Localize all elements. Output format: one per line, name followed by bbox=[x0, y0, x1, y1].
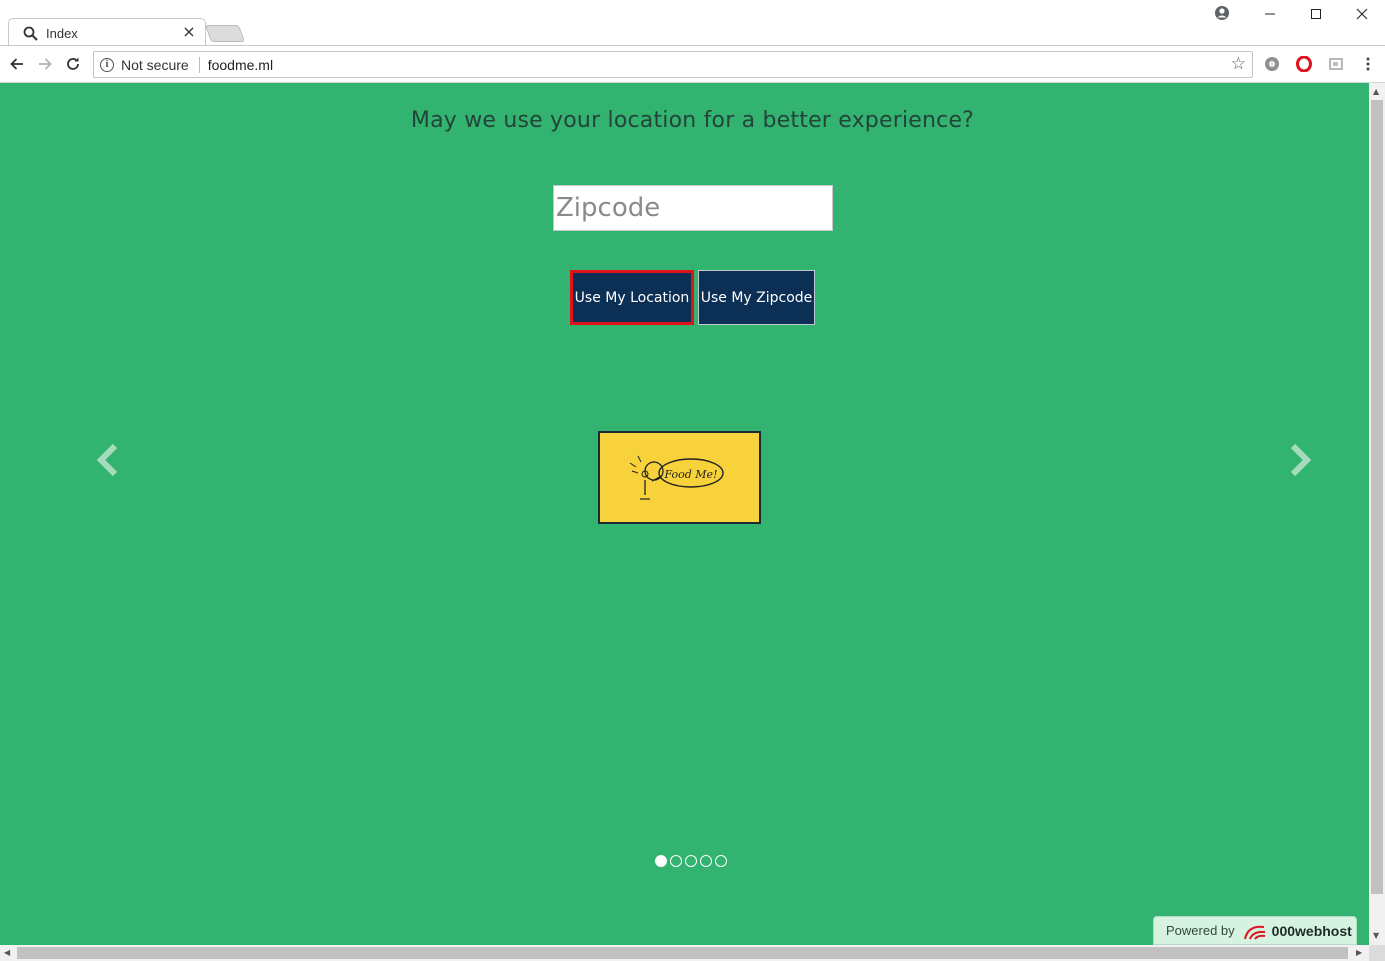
new-tab-button[interactable] bbox=[204, 25, 246, 42]
logo-text: Food Me! bbox=[663, 468, 717, 481]
menu-dots-icon[interactable] bbox=[1359, 55, 1377, 73]
chevron-left-icon[interactable] bbox=[95, 443, 121, 477]
profile-icon[interactable] bbox=[1214, 5, 1230, 21]
carousel-indicators bbox=[655, 855, 727, 867]
carousel-dot-1[interactable] bbox=[655, 855, 667, 867]
location-prompt: May we use your location for a better ex… bbox=[410, 108, 975, 133]
scroll-down-icon[interactable]: ▼ bbox=[1373, 932, 1379, 940]
minimize-icon[interactable] bbox=[1247, 0, 1293, 28]
url-text[interactable]: foodme.ml bbox=[208, 57, 273, 73]
opera-icon[interactable] bbox=[1295, 55, 1313, 73]
use-my-zipcode-button[interactable]: Use My Zipcode bbox=[698, 270, 815, 325]
search-icon bbox=[23, 26, 38, 41]
scroll-left-icon[interactable]: ◀ bbox=[4, 949, 10, 957]
powered-by-badge[interactable]: Powered by 000webhost bbox=[1153, 916, 1357, 945]
carousel-dot-5[interactable] bbox=[715, 855, 727, 867]
maximize-icon[interactable] bbox=[1293, 0, 1339, 28]
vertical-scroll-thumb[interactable] bbox=[1371, 100, 1383, 894]
omnibox-divider bbox=[198, 56, 200, 73]
forward-arrow-icon[interactable] bbox=[35, 54, 55, 74]
scroll-right-icon[interactable]: ▶ bbox=[1356, 949, 1362, 957]
cast-icon[interactable] bbox=[1327, 55, 1345, 73]
close-icon[interactable]: × bbox=[181, 22, 197, 41]
webhost-logo-icon bbox=[1243, 925, 1265, 940]
use-my-location-button[interactable]: Use My Location bbox=[570, 270, 694, 325]
carousel-dot-4[interactable] bbox=[700, 855, 712, 867]
tab-title: Index bbox=[46, 25, 78, 41]
browser-toolbar: i Not secure foodme.ml ☆ bbox=[0, 45, 1385, 83]
scrollbar-corner bbox=[1369, 945, 1385, 961]
carousel-dot-2[interactable] bbox=[670, 855, 682, 867]
horizontal-scroll-thumb[interactable] bbox=[17, 947, 1348, 959]
foodme-logo-slide: Food Me! bbox=[598, 431, 761, 524]
page-viewport: May we use your location for a better ex… bbox=[0, 83, 1369, 945]
tab-index[interactable]: Index × bbox=[8, 18, 206, 46]
extension-icon[interactable] bbox=[1263, 55, 1281, 73]
powered-by-brand: 000webhost bbox=[1271, 922, 1352, 939]
reload-icon[interactable] bbox=[63, 54, 83, 74]
carousel-dot-3[interactable] bbox=[685, 855, 697, 867]
security-label: Not secure bbox=[121, 56, 189, 73]
zipcode-input[interactable] bbox=[553, 185, 833, 231]
address-bar[interactable]: i Not secure foodme.ml ☆ bbox=[93, 51, 1253, 78]
security-indicator[interactable]: i Not secure bbox=[94, 57, 189, 73]
info-icon: i bbox=[100, 57, 114, 72]
chevron-right-icon[interactable] bbox=[1287, 443, 1313, 477]
foodme-logo: Food Me! bbox=[629, 455, 724, 500]
bookmark-star-icon[interactable]: ☆ bbox=[1231, 56, 1246, 73]
powered-by-label: Powered by bbox=[1166, 923, 1235, 938]
scroll-up-icon[interactable]: ▲ bbox=[1373, 88, 1379, 96]
tab-strip: Index × bbox=[0, 0, 1385, 46]
window-close-icon[interactable] bbox=[1339, 0, 1385, 28]
back-arrow-icon[interactable] bbox=[7, 54, 27, 74]
